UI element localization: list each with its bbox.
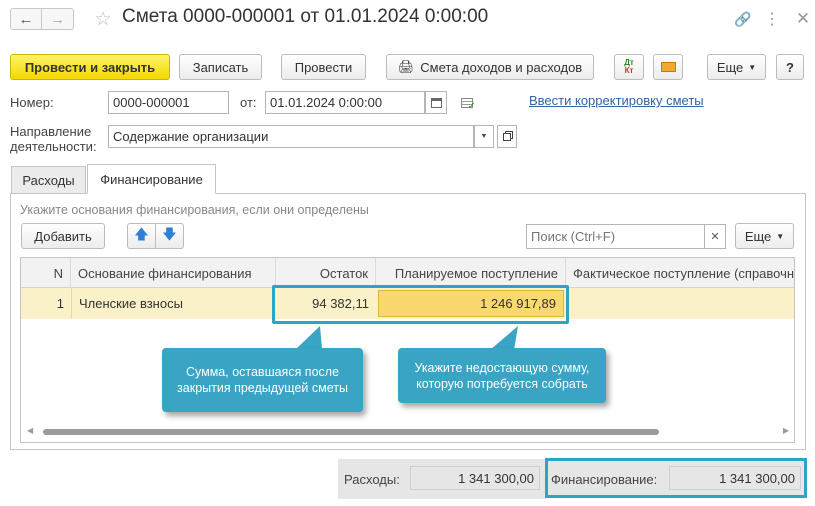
document-check-icon[interactable]: ✓ bbox=[458, 94, 476, 112]
column-header-balance[interactable]: Остаток bbox=[276, 258, 376, 288]
report-button-label: Смета доходов и расходов bbox=[420, 59, 583, 75]
forward-button[interactable]: → bbox=[42, 8, 74, 30]
tab-financing[interactable]: Финансирование bbox=[87, 164, 216, 194]
row-basis[interactable]: Членские взносы bbox=[71, 288, 276, 319]
dt-kt-button[interactable]: Дт Кт bbox=[614, 54, 644, 80]
more-menu-button[interactable]: Еще ▼ bbox=[707, 54, 766, 80]
chevron-down-icon: ▼ bbox=[776, 231, 785, 241]
direction-label-line2: деятельности: bbox=[10, 139, 97, 154]
callout-balance: Сумма, оставшаяся после закрытия предыду… bbox=[162, 348, 363, 412]
direction-label-line1: Направление bbox=[10, 124, 92, 139]
calendar-icon bbox=[430, 97, 442, 108]
post-and-close-button[interactable]: Провести и закрыть bbox=[10, 54, 170, 80]
income-expense-report-button[interactable]: 🖨 Смета доходов и расходов bbox=[386, 54, 594, 80]
calendar-button[interactable] bbox=[425, 91, 447, 114]
chevron-down-icon: ▼ bbox=[748, 62, 757, 72]
date-label: от: bbox=[240, 95, 257, 110]
financing-total-value: 1 341 300,00 bbox=[669, 466, 801, 490]
number-label: Номер: bbox=[10, 95, 54, 110]
arrow-left-icon: ← bbox=[18, 10, 34, 28]
horizontal-scrollbar[interactable]: ◀ ▶ bbox=[23, 426, 793, 437]
help-button[interactable]: ? bbox=[776, 54, 804, 80]
scroll-left-icon[interactable]: ◀ bbox=[27, 426, 33, 435]
scrollbar-thumb[interactable] bbox=[43, 429, 659, 435]
window-title: Смета 0000-000001 от 01.01.2024 0:00:00 bbox=[122, 6, 489, 27]
close-icon[interactable]: ✕ bbox=[793, 9, 813, 29]
save-button[interactable]: Записать bbox=[179, 54, 262, 80]
more-menu-label: Еще bbox=[716, 59, 744, 75]
email-button[interactable] bbox=[653, 54, 683, 80]
callout-planned: Укажите недостающую сумму, которую потре… bbox=[398, 348, 606, 403]
more-actions-icon[interactable]: ⋮ bbox=[764, 9, 780, 29]
move-down-button[interactable]: 🡇 bbox=[155, 223, 184, 249]
date-field[interactable]: 01.01.2024 0:00:00 bbox=[265, 91, 425, 114]
back-button[interactable]: ← bbox=[10, 8, 42, 30]
financing-hint: Укажите основания финансирования, если о… bbox=[20, 203, 369, 217]
envelope-icon bbox=[660, 62, 676, 72]
arrow-down-icon: 🡇 bbox=[162, 226, 177, 242]
arrow-right-icon: → bbox=[50, 10, 65, 28]
table-more-button[interactable]: Еще ▼ bbox=[735, 223, 794, 249]
arrow-up-icon: 🡅 bbox=[134, 226, 149, 242]
financing-total-label: Финансирование: bbox=[551, 472, 658, 487]
clear-icon: ✕ bbox=[710, 231, 720, 243]
search-clear-button[interactable]: ✕ bbox=[704, 224, 726, 249]
favorite-star-icon[interactable]: ☆ bbox=[92, 7, 114, 31]
direction-dropdown-button[interactable]: ▼ bbox=[474, 125, 494, 148]
open-icon bbox=[503, 132, 511, 141]
column-header-planned[interactable]: Планируемое поступление bbox=[376, 258, 566, 288]
search-input[interactable] bbox=[526, 224, 706, 249]
dropdown-arrow-icon: ▼ bbox=[480, 133, 488, 140]
direction-open-button[interactable] bbox=[497, 125, 517, 148]
correction-link[interactable]: Ввести корректировку сметы bbox=[529, 93, 704, 108]
table-header: N Основание финансирования Остаток Плани… bbox=[21, 258, 794, 288]
column-header-actual[interactable]: Фактическое поступление (справочно) bbox=[566, 258, 794, 288]
tab-expenses[interactable]: Расходы bbox=[11, 166, 86, 193]
link-icon[interactable]: 🔗 bbox=[732, 9, 754, 29]
direction-field[interactable]: Содержание организации bbox=[108, 125, 474, 148]
highlight-frame-cells bbox=[272, 285, 569, 324]
post-button[interactable]: Провести bbox=[281, 54, 366, 80]
column-header-n[interactable]: N bbox=[21, 258, 71, 288]
printer-icon: 🖨 bbox=[397, 59, 415, 74]
row-actual[interactable] bbox=[566, 288, 794, 319]
number-field[interactable]: 0000-000001 bbox=[108, 91, 229, 114]
table-more-label: Еще bbox=[744, 228, 772, 244]
column-header-basis[interactable]: Основание финансирования bbox=[71, 258, 276, 288]
dt-kt-icon-bottom: Кт bbox=[624, 66, 634, 75]
expenses-total-label: Расходы: bbox=[344, 472, 400, 487]
add-button[interactable]: Добавить bbox=[21, 223, 105, 249]
scroll-right-icon[interactable]: ▶ bbox=[783, 426, 789, 435]
expenses-total-value: 1 341 300,00 bbox=[410, 466, 540, 490]
move-up-button[interactable]: 🡅 bbox=[127, 223, 156, 249]
row-number: 1 bbox=[56, 296, 64, 311]
